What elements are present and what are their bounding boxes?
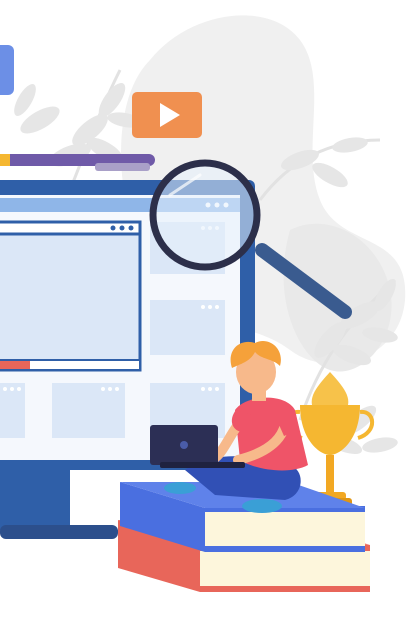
card [0,383,25,438]
books-stack [118,482,370,592]
main-panel [0,220,142,372]
card [52,383,125,438]
play-button-card [132,92,202,138]
card [150,300,225,355]
illustration-scene [0,15,406,592]
side-tab [0,45,14,95]
